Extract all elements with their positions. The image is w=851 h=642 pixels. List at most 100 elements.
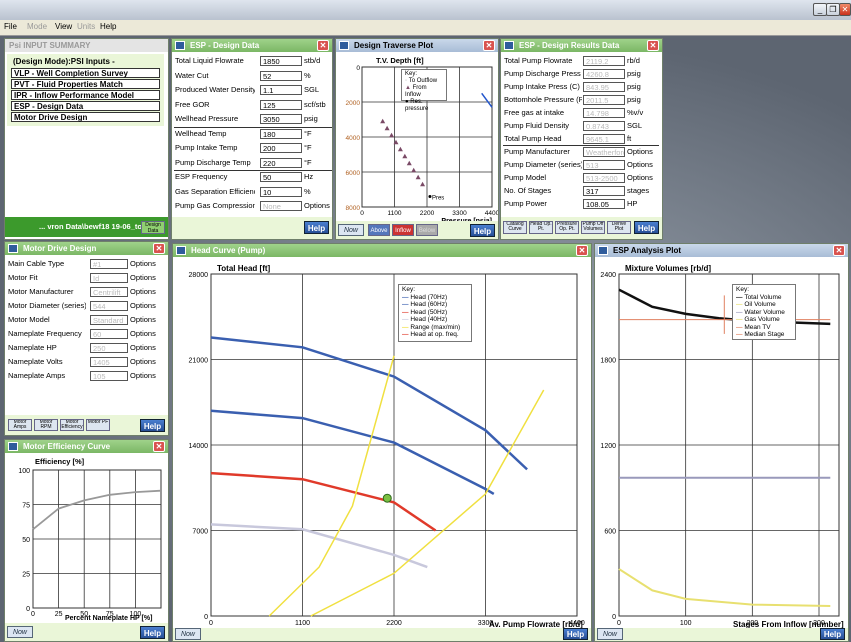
menu-mode[interactable]: Mode xyxy=(27,22,47,31)
nav-now-button[interactable]: Now xyxy=(175,628,201,640)
window-icon xyxy=(504,41,514,50)
field-value[interactable]: 108.05 xyxy=(583,199,625,209)
field-value: 2119.2 xyxy=(583,56,625,66)
field-label: Pump Intake Press (C) xyxy=(504,82,580,91)
options-button[interactable]: Options xyxy=(130,272,156,283)
y-tick-label: 2000 xyxy=(346,100,361,107)
field-value[interactable]: 10 xyxy=(260,186,302,197)
field-value[interactable]: #1 xyxy=(90,259,128,269)
pressure-op-point-button[interactable]: Pressure Op. Pt. xyxy=(555,221,579,234)
field-value[interactable]: 513 xyxy=(583,160,625,170)
options-button[interactable]: Options xyxy=(130,300,156,311)
x-tick-label: 0 xyxy=(31,611,35,618)
field-value[interactable]: 125 xyxy=(260,99,302,110)
unit-label: HP xyxy=(627,199,638,208)
menu-view[interactable]: View xyxy=(55,22,72,31)
summary-item-motor[interactable]: Motor Drive Design xyxy=(11,112,160,122)
summary-item-vlp[interactable]: VLP - Well Completion Survey xyxy=(11,68,160,78)
key-label: Head (50Hz) xyxy=(410,308,448,316)
options-button[interactable]: Options xyxy=(130,314,156,325)
inflow-button[interactable]: Inflow xyxy=(392,224,414,236)
x-tick-label: 100 xyxy=(130,611,142,618)
menu-file[interactable]: File xyxy=(4,22,17,31)
x-tick-label: 4400 xyxy=(569,620,585,627)
field-value[interactable]: 3050 xyxy=(260,114,302,124)
options-button[interactable]: Options xyxy=(627,146,653,157)
summary-item-ipr[interactable]: IPR - Inflow Performance Model xyxy=(11,90,160,100)
help-button[interactable]: Help xyxy=(563,628,588,640)
unit-label: °F xyxy=(304,128,312,138)
field-label: Pump Intake Temp xyxy=(175,143,238,152)
above-button[interactable]: Above xyxy=(368,224,390,236)
options-button[interactable]: Options xyxy=(130,342,156,353)
field-value[interactable]: 200 xyxy=(260,143,302,153)
restore-button[interactable]: ❐ xyxy=(826,3,840,16)
key-entry: — Head (60Hz) xyxy=(402,301,468,309)
help-button[interactable]: Help xyxy=(634,221,659,234)
field-value[interactable]: 1.1 xyxy=(260,85,302,95)
motor-rpm-button[interactable]: Motor RPM xyxy=(34,419,58,431)
head-key-rows: — Head (70Hz) — Head (60Hz) — Head (50Hz) —… xyxy=(402,294,468,339)
motor-efficiency-button[interactable]: Motor Efficiency xyxy=(60,419,84,431)
options-button[interactable]: Options xyxy=(130,370,156,381)
field-value[interactable]: 105 xyxy=(90,371,128,381)
menu-help[interactable]: Help xyxy=(100,22,116,31)
options-button[interactable]: Options xyxy=(130,356,156,367)
options-button[interactable]: Options xyxy=(304,200,330,211)
help-button[interactable]: Help xyxy=(140,626,165,639)
field-value[interactable]: Weatherford xyxy=(583,147,625,157)
y-tick-label: 1200 xyxy=(600,443,616,450)
field-value[interactable]: Centrilift xyxy=(90,287,128,297)
below-button[interactable]: Below xyxy=(416,224,438,236)
field-value[interactable]: 513-2500 xyxy=(583,173,625,183)
field-value[interactable]: Standard xyxy=(90,315,128,325)
field-value[interactable]: None xyxy=(260,201,302,211)
key-entry: — Head (40Hz) xyxy=(402,316,468,324)
motor-pf-button[interactable]: Motor PF xyxy=(86,419,110,431)
head-op-point-button[interactable]: Head Op. Pt. xyxy=(529,221,553,234)
field-value[interactable]: 180 xyxy=(260,128,302,139)
nav-now-button[interactable]: Now xyxy=(7,626,33,638)
options-button[interactable]: Options xyxy=(130,328,156,339)
field-value[interactable]: 220 xyxy=(260,157,302,168)
menu-units[interactable]: Units xyxy=(77,22,95,31)
derive-plot-button[interactable]: Derive Plot xyxy=(607,221,631,234)
pump-off-volumes-button[interactable]: Pump Off Volumes xyxy=(581,221,605,234)
field-label: Main Cable Type xyxy=(8,259,65,268)
help-button[interactable]: Help xyxy=(820,628,845,640)
help-button[interactable]: Help xyxy=(140,419,165,432)
motor-amps-button[interactable]: Motor Amps xyxy=(8,419,32,431)
help-button[interactable]: Help xyxy=(304,221,329,234)
close-button[interactable]: ✕ xyxy=(839,3,851,16)
field-value[interactable]: 1405 xyxy=(90,357,128,367)
help-button[interactable]: Help xyxy=(470,224,495,237)
field-value[interactable]: Id xyxy=(90,273,128,283)
close-icon[interactable]: ✕ xyxy=(317,40,329,51)
nav-now-button[interactable]: Now xyxy=(597,628,623,640)
key-label: Head (40Hz) xyxy=(410,316,448,323)
field-value[interactable]: 60 xyxy=(90,329,128,339)
close-icon[interactable]: ✕ xyxy=(647,40,659,51)
operating-point-marker xyxy=(382,493,392,503)
field-value[interactable]: 1850 xyxy=(260,56,302,66)
x-tick-label: 0 xyxy=(617,620,621,627)
summary-item-pvt[interactable]: PVT - Fluid Properties Match xyxy=(11,79,160,89)
analysis-key: Key: — Total Volume — Oil Volume — Water V… xyxy=(732,284,796,340)
minimize-button[interactable]: _ xyxy=(813,3,827,16)
nav-now-button[interactable]: Now xyxy=(338,224,364,236)
field-value[interactable]: 50 xyxy=(260,172,302,182)
options-button[interactable]: Options xyxy=(627,172,653,183)
options-button[interactable]: Options xyxy=(130,286,156,297)
efficiency-ylabel: Efficiency [%] xyxy=(35,457,85,466)
close-icon[interactable]: ✕ xyxy=(153,243,165,254)
head-ylabel: Total Head [ft] xyxy=(217,264,271,273)
design-data-button[interactable]: Design Data xyxy=(141,221,165,234)
field-value[interactable]: 52 xyxy=(260,70,302,81)
options-button[interactable]: Options xyxy=(130,258,156,269)
field-value[interactable]: 544 xyxy=(90,301,128,311)
catalog-curve-button[interactable]: Catalog Curve xyxy=(503,221,527,234)
field-value[interactable]: 250 xyxy=(90,343,128,353)
options-button[interactable]: Options xyxy=(627,159,653,170)
field-value[interactable]: 317 xyxy=(583,186,625,196)
summary-item-esp[interactable]: ESP - Design Data xyxy=(11,101,160,111)
